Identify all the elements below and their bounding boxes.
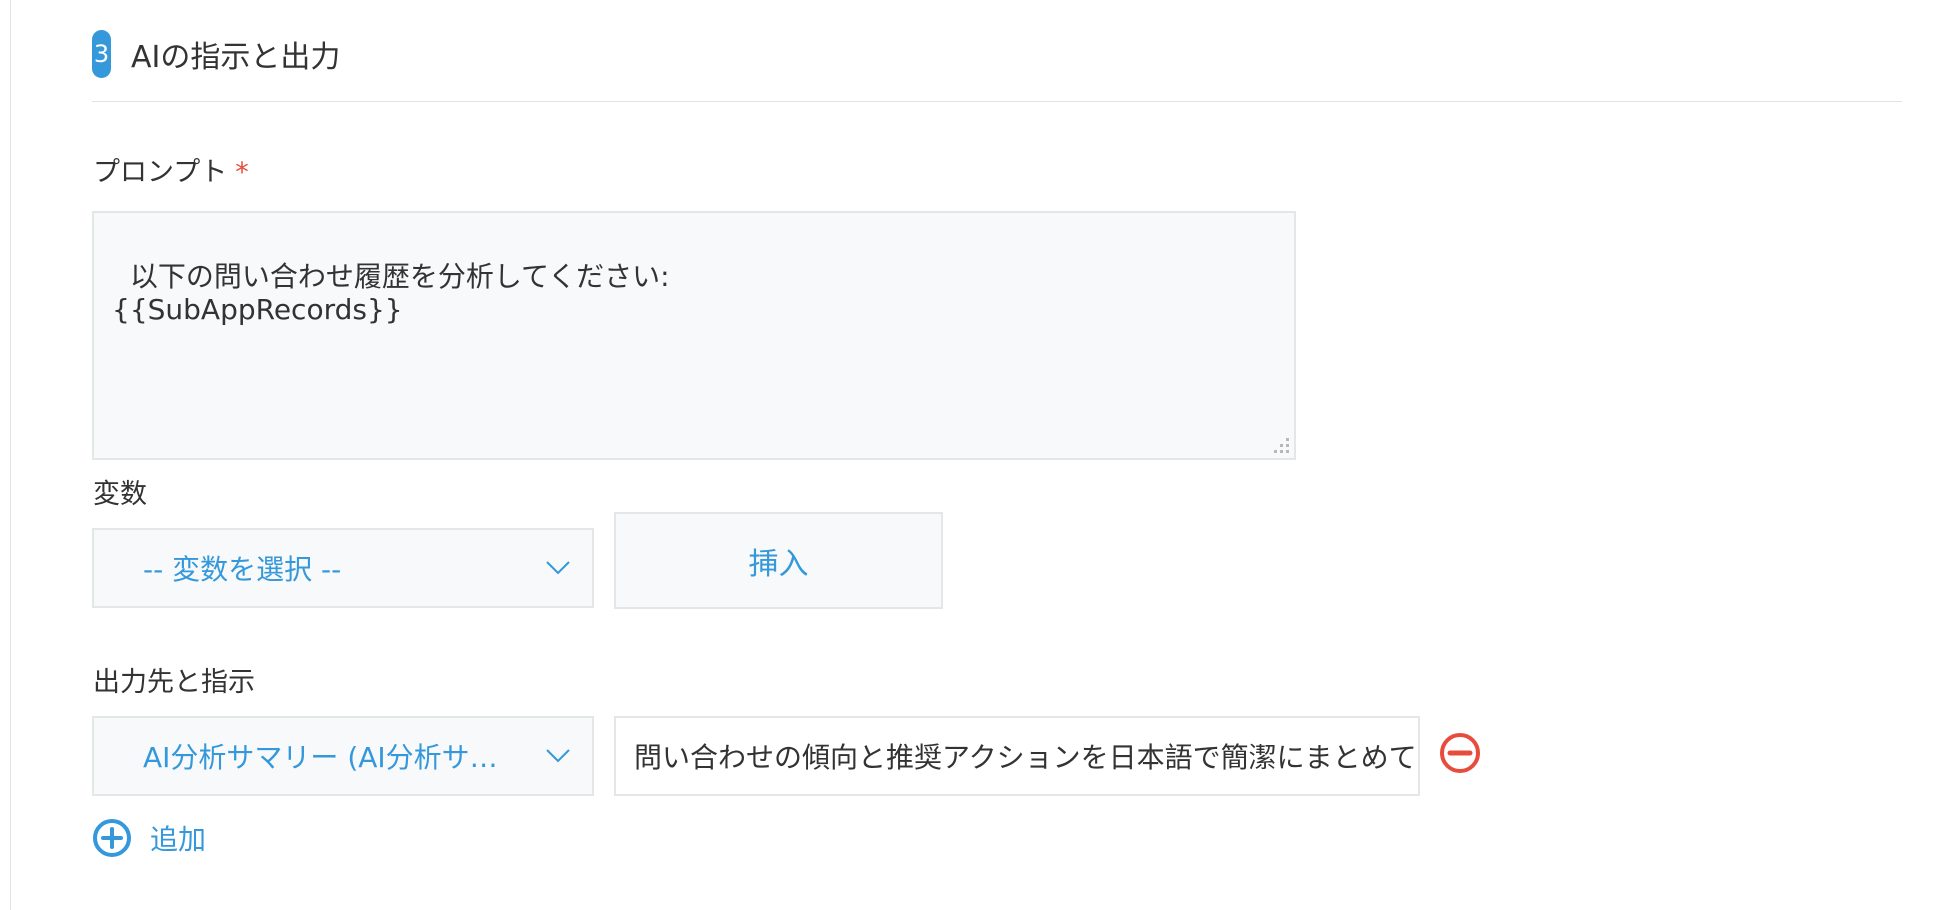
- output-label: 出力先と指示: [93, 667, 255, 698]
- chevron-down-icon: [546, 561, 570, 575]
- prompt-textarea[interactable]: 以下の問い合わせ履歴を分析してください: {{SubAppRecords}}: [92, 211, 1296, 460]
- variable-select[interactable]: -- 変数を選択 --: [92, 528, 594, 608]
- insert-button[interactable]: 挿入: [614, 512, 943, 609]
- add-label: 追加: [150, 823, 207, 856]
- prompt-text: 以下の問い合わせ履歴を分析してください: {{SubAppRecords}}: [112, 260, 670, 326]
- variables-label: 変数: [93, 479, 147, 510]
- section-title: AIの指示と出力: [131, 40, 341, 75]
- instruction-input[interactable]: 問い合わせの傾向と推奨アクションを日本語で簡潔にまとめて: [614, 716, 1420, 796]
- chevron-down-icon: [546, 749, 570, 763]
- plus-circle-icon: [93, 819, 131, 857]
- section-header: 3 AIの指示と出力: [92, 30, 340, 78]
- prompt-label: プロンプト: [93, 157, 228, 188]
- instruction-input-value: 問い合わせの傾向と推奨アクションを日本語で簡潔にまとめて: [634, 741, 1417, 774]
- prompt-label-row: プロンプト *: [93, 150, 249, 189]
- add-output-button[interactable]: 追加: [92, 818, 206, 858]
- resize-grip-icon[interactable]: [1270, 434, 1292, 456]
- section-divider: [92, 101, 1902, 102]
- minus-circle-icon[interactable]: [1439, 732, 1481, 774]
- variable-select-value: -- 変数を選択 --: [143, 553, 342, 586]
- panel-left-border: [10, 0, 11, 910]
- required-mark: *: [235, 157, 249, 188]
- output-field-select[interactable]: AI分析サマリー (AI分析サ…: [92, 716, 594, 796]
- output-field-select-value: AI分析サマリー (AI分析サ…: [143, 741, 498, 774]
- step-badge: 3: [92, 30, 111, 78]
